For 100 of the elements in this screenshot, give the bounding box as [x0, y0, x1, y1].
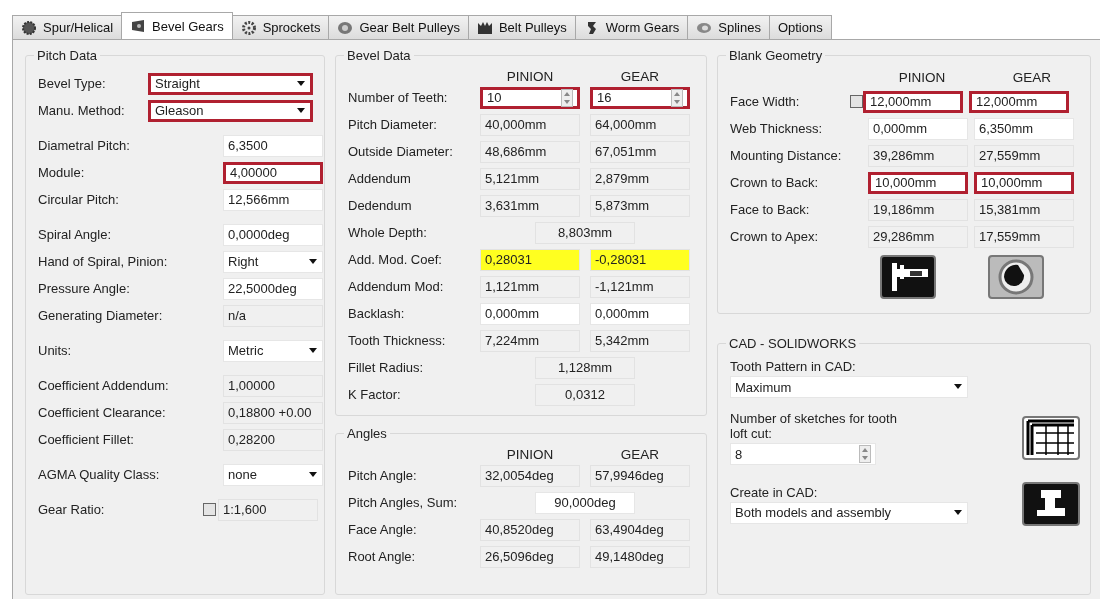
dropdown-caret-icon: [953, 384, 963, 390]
dropdown-field[interactable]: Straight: [148, 72, 313, 95]
input-field[interactable]: 10,000mm: [868, 171, 968, 194]
readonly-field: 3,631mm: [480, 194, 580, 217]
dropdown-caret-icon: [953, 509, 963, 516]
tab[interactable]: Spur/Helical: [12, 15, 123, 39]
field-label: AGMA Quality Class:: [38, 467, 161, 482]
dropdown-field[interactable]: Metric: [223, 339, 323, 362]
field-label: Coefficient Clearance:: [38, 405, 167, 420]
input-field[interactable]: 0,000mm: [480, 302, 580, 325]
tab[interactable]: Splines: [687, 15, 770, 39]
checkbox[interactable]: [850, 95, 863, 108]
readonly-field: 1:1,600: [218, 498, 318, 521]
readonly-field: -0,28031: [590, 248, 690, 271]
input-field[interactable]: 4,00000: [223, 161, 323, 184]
field-label: Face Width:: [730, 94, 801, 109]
tab[interactable]: Worm Gears: [574, 15, 689, 39]
field-label: Coefficient Fillet:: [38, 432, 135, 447]
spinner-arrows-icon[interactable]: [859, 445, 871, 463]
column-header: GEAR: [619, 446, 661, 462]
readonly-field: 29,286mm: [868, 225, 968, 248]
field-label: Tooth Thickness:: [348, 333, 447, 348]
dropdown-field[interactable]: Gleason: [148, 99, 313, 122]
sprocket-icon: [240, 19, 257, 36]
field-label: Tooth Pattern in CAD:: [730, 359, 857, 374]
field-label: Number of sketches for tooth loft cut:: [730, 411, 898, 441]
input-field[interactable]: 0,000mm: [868, 117, 968, 140]
input-field[interactable]: 12,000mm: [863, 90, 963, 113]
readonly-field: 0,0312: [535, 383, 635, 406]
spin-field[interactable]: 8: [730, 443, 876, 465]
field-label: Spiral Angle:: [38, 227, 112, 242]
input-field[interactable]: 6,3500: [223, 134, 323, 157]
dropdown-field[interactable]: Both models and assembly: [730, 501, 968, 524]
field-label: Backlash:: [348, 306, 406, 321]
gear-icon: [21, 19, 37, 36]
readonly-field: 17,559mm: [974, 225, 1074, 248]
input-field[interactable]: 0,000mm: [590, 302, 690, 325]
checkbox[interactable]: [203, 503, 216, 516]
readonly-field: 0,28031: [480, 248, 580, 271]
field-label: Root Angle:: [348, 549, 417, 564]
dropdown-field[interactable]: Maximum: [730, 376, 968, 398]
readonly-field: 57,9946deg: [590, 464, 690, 487]
input-field[interactable]: 12,000mm: [969, 90, 1069, 113]
table-button[interactable]: [1022, 416, 1080, 460]
dropdown-field[interactable]: Right: [223, 250, 323, 273]
input-field[interactable]: 6,350mm: [974, 117, 1074, 140]
field-label: Crown to Back:: [730, 175, 820, 190]
field-label: Diametral Pitch:: [38, 138, 131, 153]
readonly-field: 2,879mm: [590, 167, 690, 190]
field-label: Pitch Diameter:: [348, 117, 438, 132]
field-label: Number of Teeth:: [348, 90, 449, 105]
group-title: Angles: [346, 426, 388, 441]
readonly-field: 0,28200: [223, 428, 323, 451]
readonly-field: n/a: [223, 304, 323, 327]
tab[interactable]: Options: [768, 15, 832, 39]
field-label: Dedendum: [348, 198, 413, 213]
group-title: Blank Geometry: [728, 48, 824, 63]
readonly-field: -1,121mm: [590, 275, 690, 298]
readonly-field: 67,051mm: [590, 140, 690, 163]
readonly-field: 5,121mm: [480, 167, 580, 190]
field-label: Addendum Mod:: [348, 279, 445, 294]
tab[interactable]: Sprockets: [231, 15, 330, 39]
readonly-field: 27,559mm: [974, 144, 1074, 167]
column-header: PINION: [505, 446, 555, 462]
input-field[interactable]: 0,0000deg: [223, 223, 323, 246]
field-label: Face Angle:: [348, 522, 418, 537]
field-label: Gear Ratio:: [38, 502, 106, 517]
gauge-button[interactable]: [988, 255, 1044, 299]
spin-field[interactable]: 10: [480, 86, 580, 109]
field-label: Generating Diameter:: [38, 308, 164, 323]
tab[interactable]: Gear Belt Pulleys: [328, 15, 469, 39]
readonly-field: 39,286mm: [868, 144, 968, 167]
caliper-button[interactable]: [880, 255, 936, 299]
column-header: GEAR: [1011, 69, 1053, 85]
field-label: K Factor:: [348, 387, 402, 402]
spinner-arrows-icon[interactable]: [561, 88, 573, 107]
field-label: Face to Back:: [730, 202, 811, 217]
field-label: Create in CAD:: [730, 484, 819, 500]
pulley-icon: [337, 19, 354, 36]
input-field[interactable]: 22,5000deg: [223, 277, 323, 300]
field-label: Manu. Method:: [38, 103, 126, 118]
readonly-field: 49,1480deg: [590, 545, 690, 568]
readonly-field: 1,00000: [223, 374, 323, 397]
input-field[interactable]: 10,000mm: [974, 171, 1074, 194]
dropdown-field[interactable]: none: [223, 463, 323, 486]
readonly-field: 7,224mm: [480, 329, 580, 352]
dropdown-caret-icon: [308, 347, 318, 354]
field-label: Crown to Apex:: [730, 229, 820, 244]
spinner-arrows-icon[interactable]: [671, 88, 683, 107]
field-label: Pitch Angle:: [348, 468, 418, 483]
readonly-field: 1,121mm: [480, 275, 580, 298]
field-label: Coefficient Addendum:: [38, 378, 170, 393]
field-label: Web Thickness:: [730, 121, 823, 136]
input-field[interactable]: 12,566mm: [223, 188, 323, 211]
tab[interactable]: Belt Pulleys: [467, 15, 576, 39]
machine-button[interactable]: [1022, 482, 1080, 526]
readonly-field: 40,8520deg: [480, 518, 580, 541]
spin-field[interactable]: 16: [590, 86, 690, 109]
readonly-field: 5,342mm: [590, 329, 690, 352]
input-field[interactable]: 90,000deg: [535, 491, 635, 514]
